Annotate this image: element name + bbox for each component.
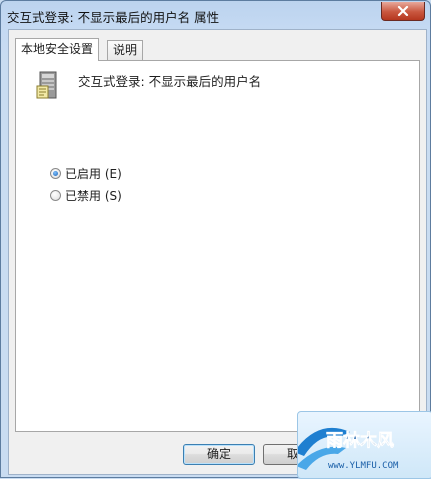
server-icon bbox=[36, 71, 57, 99]
close-icon bbox=[397, 6, 409, 16]
radio-enabled-button[interactable] bbox=[50, 168, 61, 179]
dialog-client-area: 本地安全设置 说明 交互式登录: 不显示最后的用户名 已启用 (E) 已禁用 (… bbox=[8, 29, 427, 475]
watermark-brand: 雨林木风 bbox=[326, 430, 394, 451]
tab-local-security-setting[interactable]: 本地安全设置 bbox=[15, 38, 100, 61]
watermark-logo: 雨林木风 www.YLMFU.COM bbox=[297, 411, 431, 479]
tab-explain[interactable]: 说明 bbox=[107, 40, 144, 60]
window-title: 交互式登录: 不显示最后的用户名 属性 bbox=[7, 10, 220, 25]
radio-disabled-label: 已禁用 (S) bbox=[65, 189, 122, 203]
radio-disabled[interactable]: 已禁用 (S) bbox=[50, 187, 122, 204]
watermark-graphic: 雨林木风 www.YLMFU.COM bbox=[298, 428, 399, 471]
ok-button[interactable]: 确定 bbox=[183, 444, 255, 465]
radio-disabled-button[interactable] bbox=[50, 190, 61, 201]
properties-dialog: 交互式登录: 不显示最后的用户名 属性 本地安全设置 说明 交互式登录: 不显示… bbox=[0, 0, 431, 479]
close-button[interactable] bbox=[381, 2, 425, 21]
radio-enabled[interactable]: 已启用 (E) bbox=[50, 165, 122, 182]
tab-panel: 交互式登录: 不显示最后的用户名 已启用 (E) 已禁用 (S) bbox=[15, 60, 420, 432]
radio-enabled-label: 已启用 (E) bbox=[65, 167, 122, 181]
policy-name: 交互式登录: 不显示最后的用户名 bbox=[78, 74, 262, 89]
watermark-url: www.YLMFU.COM bbox=[328, 461, 399, 471]
